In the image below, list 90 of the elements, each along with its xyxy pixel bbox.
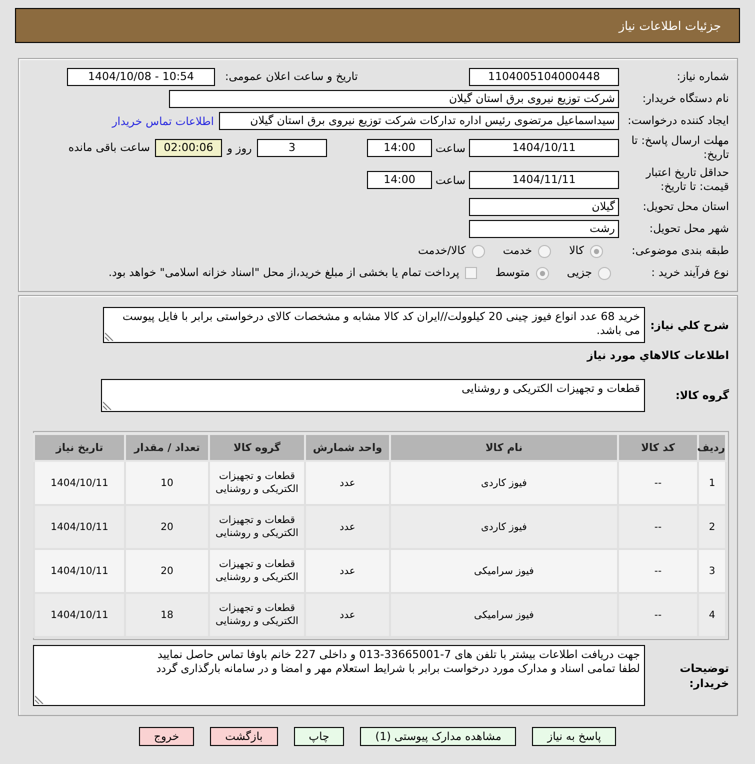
process-option-label: متوسط <box>495 266 530 280</box>
resize-grip-icon[interactable] <box>105 332 114 341</box>
radio-button[interactable] <box>538 244 552 258</box>
reply-time-field[interactable]: 14:00 <box>367 139 432 157</box>
buyer-notes-field[interactable]: جهت دریافت اطلاعات بیشتر با تلفن های 7-33665001-013 و داخلی 227 خانم باوفا تماس حاصل نمایید لطفا تمامی اسناد و مدارک مورد درخواست برابر با شرایط استعلام مهر و امضا و در سامانه بارگذاری گردد <box>33 645 645 706</box>
table-cell: -- <box>618 505 698 549</box>
table-cell: 1404/10/11 <box>34 549 125 593</box>
table-cell: عدد <box>305 461 390 505</box>
table-cell: -- <box>618 461 698 505</box>
buyer-org-label: نام دستگاه خریدار: <box>641 92 729 106</box>
table-cell: فیوز سرامیکی <box>390 593 618 637</box>
column-header: تعداد / مقدار <box>125 434 209 461</box>
resize-grip-icon[interactable] <box>35 695 44 704</box>
table-cell: قطعات و تجهیزات الکتریکی و روشنایی <box>209 505 305 549</box>
table-cell: -- <box>618 593 698 637</box>
validity-time-field[interactable]: 14:00 <box>367 171 432 189</box>
city-label: شهر محل تحویل: <box>648 222 729 236</box>
treasury-label: پرداخت تمام یا بخشی از مبلغ خرید،از محل "اسناد خزانه اسلامی" خواهد بود. <box>108 266 460 280</box>
column-header: کد کالا <box>618 434 698 461</box>
table-cell: 4 <box>698 593 726 637</box>
buyer-org-field[interactable]: شرکت توزیع نیروی برق استان گیلان <box>169 90 619 108</box>
resize-grip-icon[interactable] <box>103 401 112 410</box>
back-button[interactable]: بازگشت <box>210 727 278 746</box>
announce-date-label: تاریخ و ساعت اعلان عمومی: <box>225 70 358 84</box>
category-option-label: کالا <box>569 244 584 258</box>
table-cell: فیوز کاردی <box>390 461 618 505</box>
validity-date-field[interactable]: 1404/11/11 <box>469 171 619 189</box>
need-number-field[interactable]: 1104005104000448 <box>469 68 619 86</box>
table-cell: 20 <box>125 505 209 549</box>
goods-group-field[interactable]: قطعات و تجهیزات الکتریکی و روشنایی <box>101 379 645 412</box>
table-cell: 18 <box>125 593 209 637</box>
process-label: نوع فرآیند خرید : <box>650 266 729 280</box>
column-header: تاریخ نیاز <box>34 434 125 461</box>
column-header: گروه کالا <box>209 434 305 461</box>
city-field[interactable]: رشت <box>469 220 619 238</box>
items-title: اطلاعات کالاهاي مورد نياز <box>586 349 729 363</box>
table-cell: قطعات و تجهیزات الکتریکی و روشنایی <box>209 593 305 637</box>
table-cell: 20 <box>125 549 209 593</box>
days-field[interactable]: 3 <box>257 139 327 157</box>
requester-label: ایجاد کننده درخواست: <box>626 114 729 128</box>
price-validity-label: حداقل تاریخ اعتبار قیمت: تا تاریخ: <box>644 166 729 194</box>
table-cell: 1404/10/11 <box>34 593 125 637</box>
goods-group-label: گروه کالا: <box>674 388 729 403</box>
column-header: ردیف <box>698 434 726 461</box>
remaining-time-label: ساعت باقی مانده <box>68 141 150 155</box>
province-field[interactable]: گیلان <box>469 198 619 216</box>
table-cell: 1404/10/11 <box>34 505 125 549</box>
process-option-label: جزیی <box>566 266 592 280</box>
reply-deadline-label: مهلت ارسال پاسخ: تا تاریخ: <box>630 134 729 162</box>
table-cell: -- <box>618 549 698 593</box>
reply-time-label: ساعت <box>434 142 466 154</box>
table-cell: 2 <box>698 505 726 549</box>
category-option-label: کالا/خدمت <box>418 244 466 258</box>
column-header: واحد شمارش <box>305 434 390 461</box>
table-cell: عدد <box>305 549 390 593</box>
table-cell: قطعات و تجهیزات الکتریکی و روشنایی <box>209 549 305 593</box>
buyer-notes-label: توضیحات خریدار: <box>678 660 729 690</box>
category-option-label: خدمت <box>502 244 532 258</box>
table-cell: 1 <box>698 461 726 505</box>
radio-button[interactable] <box>598 266 611 280</box>
table-cell: فیوز سرامیکی <box>390 549 618 593</box>
page-title: جزئیات اطلاعات نیاز <box>618 18 721 32</box>
description-label: شرح کلي نیاز: <box>649 318 729 332</box>
need-number-label: شماره نیاز: <box>676 70 729 84</box>
reply-button[interactable]: پاسخ به نیاز <box>532 727 616 746</box>
buyer-contact-link[interactable]: اطلاعات تماس خریدار <box>112 114 214 128</box>
remaining-time-field[interactable]: 02:00:06 <box>155 139 222 157</box>
print-button[interactable]: چاپ <box>294 727 344 746</box>
table-cell: قطعات و تجهیزات الکتریکی و روشنایی <box>209 461 305 505</box>
radio-button[interactable] <box>472 244 485 258</box>
requester-field[interactable]: سیداسماعیل مرتضوی رئیس اداره تدارکات شرکت توزیع نیروی برق استان گیلان <box>219 112 619 130</box>
category-label: طبقه بندی موضوعی: <box>630 244 729 258</box>
radio-button[interactable] <box>536 266 549 280</box>
reply-date-field[interactable]: 1404/10/11 <box>469 139 619 157</box>
validity-time-label: ساعت <box>434 174 466 186</box>
radio-button[interactable] <box>590 244 603 258</box>
table-cell: فیوز کاردی <box>390 505 618 549</box>
table-cell: 10 <box>125 461 209 505</box>
attachments-button[interactable]: مشاهده مدارک پیوستی (1) <box>360 727 516 746</box>
announce-date-field[interactable]: 1404/10/08 - 10:54 <box>67 68 215 86</box>
province-label: استان محل تحویل: <box>642 200 729 214</box>
treasury-checkbox[interactable] <box>465 267 478 279</box>
exit-button[interactable]: خروج <box>138 727 194 746</box>
table-cell: 1404/10/11 <box>34 461 125 505</box>
table-cell: عدد <box>305 593 390 637</box>
column-header: نام کالا <box>390 434 618 461</box>
table-cell: 3 <box>698 549 726 593</box>
description-field[interactable]: خرید 68 عدد انواع فیوز چینی 20 کیلوولت//ایران کد کالا مشابه و مشخصات کالای درخواستی برابر با فایل پیوست می باشد. <box>103 307 645 343</box>
days-label: روز و <box>226 142 253 154</box>
table-cell: عدد <box>305 505 390 549</box>
